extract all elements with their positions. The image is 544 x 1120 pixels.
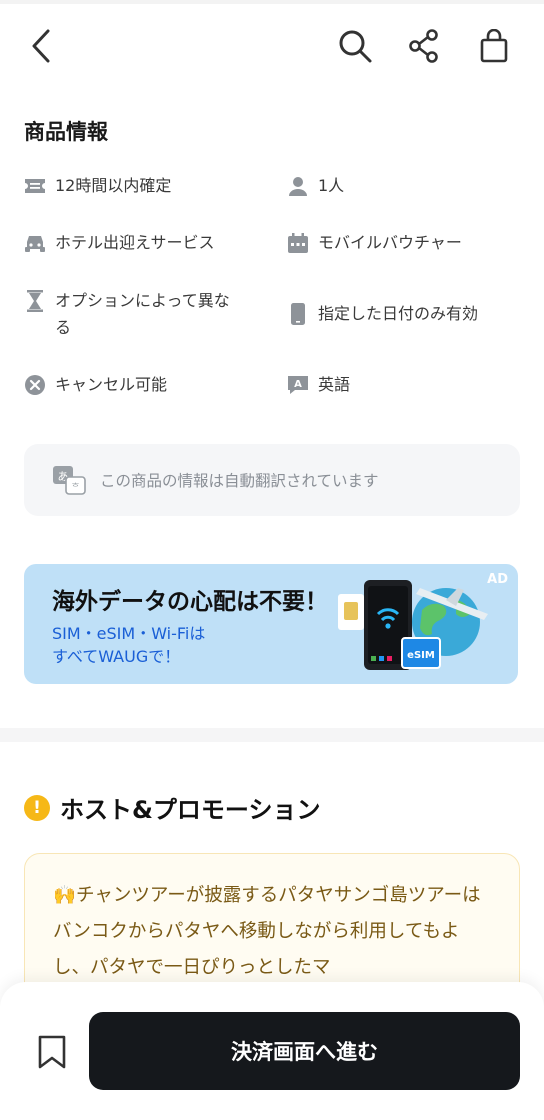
- product-info-title: 商品情報: [24, 120, 108, 144]
- calendar-icon: [287, 232, 309, 254]
- info-label: 指定した日付のみ有効: [318, 304, 479, 323]
- info-item-language: A 英語: [287, 371, 517, 398]
- cancel-circle-icon: [24, 374, 46, 396]
- bookmark-icon: [38, 1035, 66, 1069]
- info-label: モバイルバウチャー: [318, 233, 462, 252]
- bookmark-button[interactable]: [30, 1030, 74, 1074]
- phone-icon: [287, 303, 309, 325]
- info-item-people: 1人: [287, 172, 517, 199]
- info-label: ホテル出迎えサービス: [55, 233, 215, 252]
- info-item-confirmation: 12時間以内確定: [24, 172, 274, 199]
- host-section-title: ホスト&プロモーション: [60, 796, 321, 824]
- translation-notice: あᄒ この商品の情報は自動翻訳されています: [24, 444, 520, 516]
- hourglass-icon: [24, 290, 46, 312]
- back-button[interactable]: [22, 26, 62, 66]
- svg-text:ᄒ: ᄒ: [71, 482, 79, 493]
- ad-subtitle-line2: すべてWAUGで！: [52, 647, 181, 666]
- info-item-validity: 指定した日付のみ有効: [287, 300, 517, 327]
- proceed-to-payment-button[interactable]: 決済画面へ進む: [89, 1012, 520, 1090]
- ad-subtitle: SIM・eSIM・Wi-Fiは すべてWAUGで！: [52, 622, 205, 668]
- info-item-pickup: ホテル出迎えサービス: [24, 229, 274, 256]
- ad-banner[interactable]: 海外データの心配は不要！ SIM・eSIM・Wi-Fiは すべてWAUGで！ A…: [24, 564, 518, 684]
- cart-button[interactable]: [474, 26, 514, 66]
- host-section-header: ! ホスト&プロモーション: [24, 790, 320, 825]
- section-divider: [0, 728, 544, 742]
- esim-label: eSIM: [407, 650, 435, 661]
- info-label: 12時間以内確定: [55, 176, 172, 195]
- host-description: 🙌チャンツアーが披露するパタヤサンゴ島ツアーはバンコクからパタヤへ移動しながら利…: [53, 885, 481, 978]
- ticket-icon: [24, 175, 46, 197]
- translation-notice-text: この商品の情報は自動翻訳されています: [100, 472, 379, 490]
- ad-subtitle-line1: SIM・eSIM・Wi-Fiは: [52, 624, 206, 643]
- share-icon: [409, 29, 438, 63]
- info-item-voucher: モバイルバウチャー: [287, 229, 517, 256]
- language-icon: A: [287, 374, 309, 396]
- svg-text:A: A: [294, 379, 302, 390]
- person-icon: [287, 175, 309, 197]
- info-label: オプションによって異な る: [55, 291, 230, 337]
- search-button[interactable]: [335, 26, 375, 66]
- ad-illustration: eSIM: [338, 580, 488, 670]
- share-button[interactable]: [404, 26, 444, 66]
- top-navigation: [0, 0, 544, 100]
- info-label: 1人: [318, 176, 345, 195]
- info-item-duration: オプションによって異な る: [24, 287, 274, 341]
- info-label: 英語: [318, 375, 351, 394]
- car-icon: [24, 232, 46, 254]
- bottom-action-bar: 決済画面へ進む: [0, 982, 544, 1120]
- search-icon: [339, 30, 372, 63]
- chevron-left-icon: [32, 29, 50, 63]
- info-item-cancellation: キャンセル可能: [24, 371, 274, 398]
- exclamation-icon: !: [24, 794, 50, 821]
- translate-icon: あᄒ: [53, 466, 86, 495]
- shopping-bag-icon: [480, 29, 508, 63]
- ad-title: 海外データの心配は不要！: [52, 589, 328, 615]
- info-label: キャンセル可能: [55, 375, 168, 394]
